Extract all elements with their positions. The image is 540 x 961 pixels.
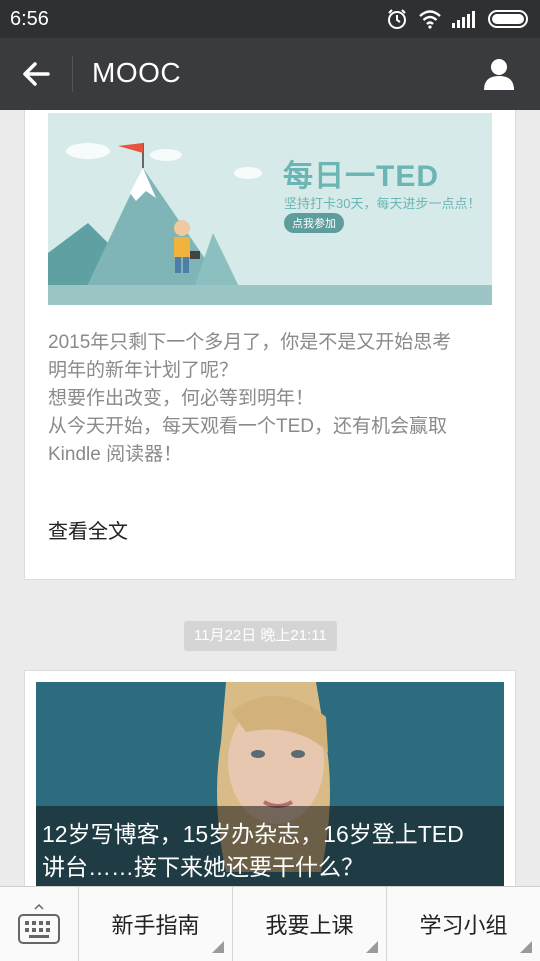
user-icon[interactable] [482, 56, 516, 92]
header-divider [72, 56, 73, 92]
menu-tab-label: 我要上课 [265, 913, 354, 938]
status-time: 6:56 [10, 8, 49, 30]
menu-corner-icon [520, 941, 532, 953]
date-timestamp: 11月22日 晚上21:11 [184, 621, 337, 651]
wifi-icon [419, 10, 441, 29]
page-title: MOOC [92, 57, 182, 88]
alarm-icon [388, 9, 406, 29]
cover-caption: 12岁写博客，15岁办杂志，16岁登上TED 讲台……接下来她还要干什么？ [36, 806, 504, 886]
article-banner-image[interactable]: 每日一TED 坚持打卡30天，每天进步一点点！ 点我参加 [48, 113, 492, 305]
status-bar: 6:56 [0, 0, 540, 38]
caption-line: 12岁写博客，15岁办杂志，16岁登上TED [42, 821, 464, 847]
menu-tab-beginner-guide[interactable]: 新手指南 [79, 887, 233, 961]
description-line: 明年的新年计划了呢？ [48, 360, 239, 381]
read-full-article-link[interactable]: 查看全文 [48, 515, 128, 544]
banner-join-button[interactable]: 点我参加 [284, 213, 344, 233]
banner-subtitle: 坚持打卡30天，每天进步一点点！ [284, 196, 481, 211]
description-line: 2015年只剩下一个多月了，你是不是又开始思考 [48, 332, 452, 353]
menu-tab-label: 新手指南 [111, 913, 200, 938]
header-bar: MOOC [0, 38, 540, 110]
battery-icon [488, 10, 528, 28]
description-line: 想要作出改变，何必等到明年！ [48, 388, 315, 409]
banner-title: 每日一TED [283, 160, 439, 193]
menu-corner-icon [366, 941, 378, 953]
menu-tab-study-group[interactable]: 学习小组 [387, 887, 540, 961]
caption-line: 讲台……接下来她还要干什么？ [42, 854, 364, 880]
article-card[interactable]: 每日一TED 坚持打卡30天，每天进步一点点！ 点我参加 2015年只剩下一个多… [24, 110, 516, 580]
article-description: 2015年只剩下一个多月了，你是不是又开始思考 明年的新年计划了呢？ 想要作出改… [48, 329, 498, 469]
menu-tab-label: 学习小组 [419, 913, 508, 938]
keyboard-toggle-button[interactable] [0, 887, 79, 961]
keyboard-icon [18, 903, 60, 944]
menu-tab-take-class[interactable]: 我要上课 [233, 887, 387, 961]
status-icons [386, 8, 530, 30]
article-cover-image[interactable]: 12岁写博客，15岁办杂志，16岁登上TED 讲台……接下来她还要干什么？ [36, 682, 504, 886]
description-line: Kindle 阅读器！ [48, 444, 183, 465]
signal-icon [452, 11, 475, 28]
message-feed[interactable]: 每日一TED 坚持打卡30天，每天进步一点点！ 点我参加 2015年只剩下一个多… [0, 110, 540, 886]
menu-corner-icon [212, 941, 224, 953]
article-card[interactable]: 12岁写博客，15岁办杂志，16岁登上TED 讲台……接下来她还要干什么？ [24, 670, 516, 886]
description-line: 从今天开始，每天观看一个TED，还有机会赢取 [48, 416, 448, 437]
bottom-menu-bar: 新手指南 我要上课 学习小组 [0, 886, 540, 961]
back-arrow-icon[interactable] [18, 56, 54, 92]
